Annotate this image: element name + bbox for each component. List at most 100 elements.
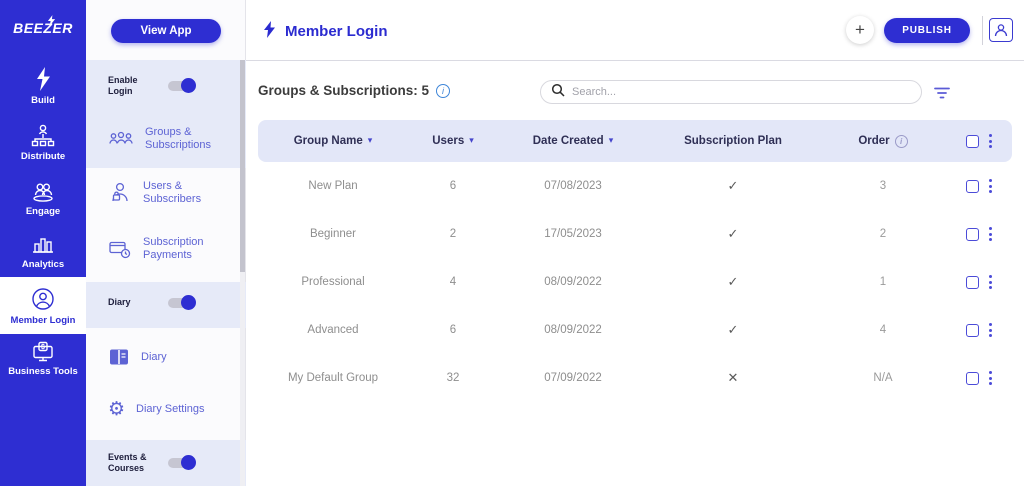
group-name-cell: Beginner	[309, 228, 357, 240]
column-header-date-created[interactable]: Date Created ▾	[498, 135, 648, 147]
date-created-cell: 17/05/2023	[544, 228, 602, 240]
events-courses-label: Events & Courses	[108, 452, 147, 473]
sidebar-item-label: Business Tools	[8, 366, 78, 377]
secondary-sidebar: View App Enable Login Groups & Subscript…	[86, 0, 246, 486]
column-label: Group Name	[293, 135, 363, 147]
sidebar-item-member-login[interactable]: Member Login	[0, 277, 86, 334]
sidebar-item-label: Distribute	[20, 151, 66, 162]
lightning-icon	[32, 66, 54, 92]
row-menu-icon[interactable]	[987, 225, 994, 243]
subnav-item-diary-settings[interactable]: ⚙ Diary Settings	[108, 400, 222, 419]
select-all-checkbox[interactable]	[966, 134, 979, 148]
sidebar-scrollbar-thumb[interactable]	[240, 60, 245, 272]
filter-icon[interactable]	[931, 84, 953, 105]
lightning-icon	[263, 21, 276, 42]
row-checkbox[interactable]	[966, 371, 979, 385]
subnav-item-users-subscribers[interactable]: Users & Subscribers	[108, 180, 229, 206]
person-icon	[994, 24, 1008, 37]
subnav-item-label: Diary Settings	[136, 403, 205, 415]
groups-icon	[108, 129, 134, 149]
info-icon[interactable]: i	[436, 83, 451, 98]
publish-button[interactable]: PUBLISH	[884, 18, 970, 43]
sidebar-item-label: Engage	[25, 206, 61, 217]
toggle-knob	[181, 78, 196, 93]
enable-login-toggle[interactable]	[168, 78, 196, 93]
column-header-actions	[948, 132, 1012, 150]
user-lock-icon	[108, 181, 132, 205]
sidebar-item-engage[interactable]: Engage	[0, 181, 86, 217]
plan-check-icon: ✓	[727, 274, 739, 290]
diary-toggle-label: Diary	[108, 297, 131, 307]
enable-login-row: Enable Login	[108, 75, 196, 97]
plan-check-icon: ✓	[727, 178, 739, 194]
search-icon	[551, 83, 565, 102]
logo-bolt-icon	[47, 13, 56, 29]
order-cell: 3	[879, 180, 887, 192]
table-row: Professional 4 08/09/2022 ✓ 1	[258, 258, 1012, 306]
svg-text:$: $	[41, 344, 45, 351]
column-label: Subscription Plan	[684, 135, 782, 147]
row-menu-icon[interactable]	[987, 321, 994, 339]
users-cell: 6	[449, 180, 457, 192]
payment-card-icon	[108, 238, 132, 260]
row-menu-icon[interactable]	[987, 177, 994, 195]
column-header-users[interactable]: Users ▾	[408, 135, 498, 147]
topbar-divider	[982, 16, 983, 45]
sort-arrow-icon: ▾	[608, 136, 614, 146]
events-courses-toggle[interactable]	[168, 455, 196, 470]
table-header-row: Group Name ▾ Users ▾ Date Created ▾ Subs…	[258, 120, 1012, 162]
diary-toggle[interactable]	[168, 294, 196, 310]
users-cell: 6	[449, 324, 457, 336]
sidebar-item-distribute[interactable]: Distribute	[0, 124, 86, 162]
search-input[interactable]	[572, 86, 911, 98]
column-label: Users	[432, 135, 465, 147]
page-title-text: Member Login	[285, 23, 388, 40]
row-checkbox[interactable]	[966, 179, 979, 193]
plan-check-icon: ✓	[727, 322, 739, 338]
table-row: Advanced 6 08/09/2022 ✓ 4	[258, 306, 1012, 354]
toggle-knob	[181, 294, 196, 310]
subnav-item-subscription-payments[interactable]: Subscription Payments	[108, 236, 229, 262]
row-actions	[948, 321, 1012, 339]
sidebar-item-build[interactable]: Build	[0, 66, 86, 106]
subnav-item-label: Groups & Subscriptions	[145, 126, 212, 151]
groups-heading: Groups & Subscriptions: 5	[258, 83, 430, 98]
main-area: Member Login + PUBLISH Groups & Subscrip…	[246, 0, 1024, 486]
app-window: BEEZER Build Distribute Engage Analytics…	[0, 0, 1024, 486]
page-title: Member Login	[263, 21, 388, 42]
order-cell: 4	[879, 324, 887, 336]
bar-chart-icon	[31, 234, 55, 256]
row-checkbox[interactable]	[966, 323, 979, 337]
subnav-item-groups-subscriptions[interactable]: Groups & Subscriptions	[108, 126, 231, 152]
groups-heading-row: Groups & Subscriptions: 5 i	[258, 83, 451, 98]
date-created-cell: 08/09/2022	[544, 324, 602, 336]
plan-cross-icon: ✕	[727, 370, 739, 386]
diary-book-icon	[108, 348, 130, 366]
subnav-item-label: Subscription Payments	[143, 236, 204, 261]
row-actions	[948, 369, 1012, 387]
subnav-item-diary[interactable]: Diary	[108, 348, 227, 366]
groups-table: Group Name ▾ Users ▾ Date Created ▾ Subs…	[258, 120, 1012, 402]
row-menu-icon[interactable]	[987, 273, 994, 291]
distribute-icon	[30, 124, 56, 148]
account-button[interactable]	[989, 18, 1013, 42]
sidebar-item-label: Member Login	[10, 315, 76, 326]
beezer-logo: BEEZER	[0, 15, 86, 36]
row-checkbox[interactable]	[966, 275, 979, 289]
sidebar-item-business-tools[interactable]: $ Business Tools	[0, 341, 86, 377]
row-checkbox[interactable]	[966, 227, 979, 241]
column-label: Date Created	[532, 135, 604, 147]
table-row: New Plan 6 07/08/2023 ✓ 3	[258, 162, 1012, 210]
order-info-icon[interactable]: i	[894, 134, 908, 148]
view-app-button[interactable]: View App	[111, 19, 221, 43]
sort-arrow-icon: ▾	[367, 136, 373, 146]
column-header-group-name[interactable]: Group Name ▾	[258, 135, 408, 147]
enable-login-label: Enable Login	[108, 75, 138, 96]
row-menu-icon[interactable]	[987, 369, 994, 387]
sidebar-item-analytics[interactable]: Analytics	[0, 234, 86, 270]
date-created-cell: 07/08/2023	[544, 180, 602, 192]
add-button[interactable]: +	[846, 16, 874, 44]
header-menu-icon[interactable]	[987, 132, 994, 150]
beezer-logo-text: BEEZER	[13, 20, 73, 36]
sidebar-item-label: Build	[31, 95, 55, 106]
